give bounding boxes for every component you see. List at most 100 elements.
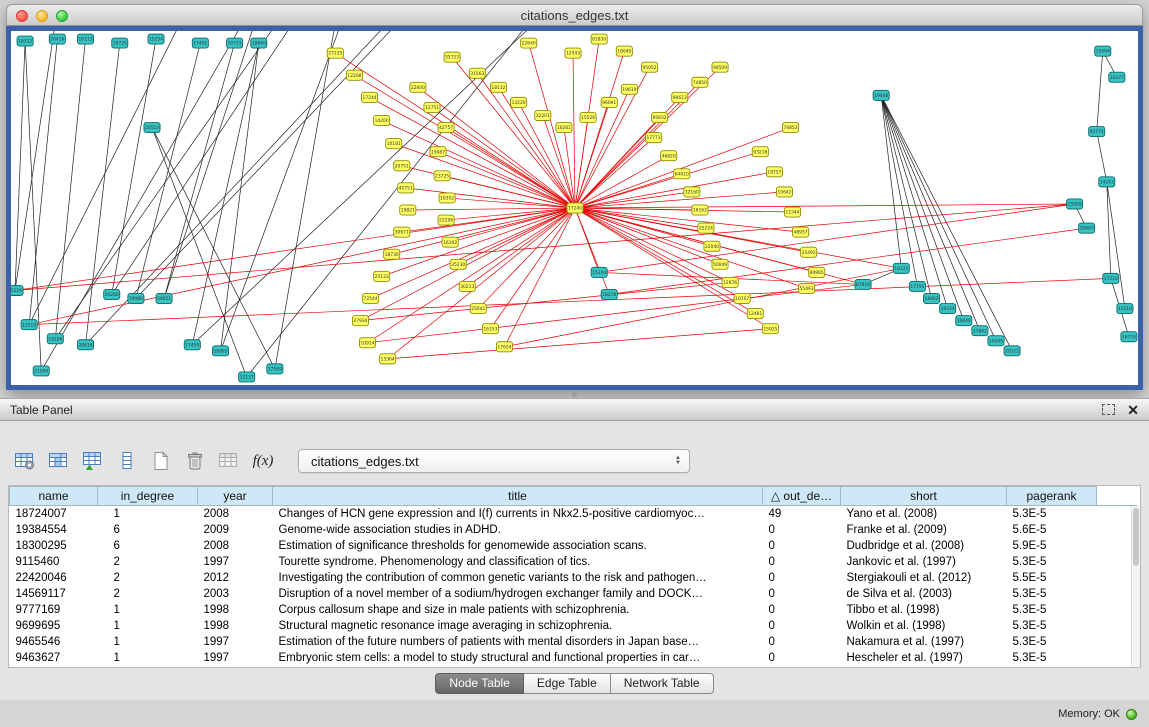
graph-node[interactable]: 72544 [362, 293, 378, 303]
graph-node[interactable]: 16640 [616, 46, 632, 56]
graph-node[interactable]: 48957 [793, 227, 809, 237]
graph-node[interactable]: 17244 [361, 92, 377, 102]
delete-icon[interactable] [182, 448, 208, 474]
table-row[interactable]: 977716911998Corpus callosum shape and si… [10, 602, 1137, 618]
graph-node[interactable]: 12481 [747, 309, 763, 319]
network-canvas[interactable]: 1831220416161131972515254174912073118840… [11, 31, 1138, 385]
graph-node[interactable]: 12543 [565, 48, 581, 58]
graph-node[interactable]: 13220 [511, 97, 527, 107]
graph-node[interactable]: 32201 [535, 110, 551, 120]
graph-node[interactable]: 20618 [77, 340, 93, 350]
graph-node[interactable]: 19821 [400, 205, 416, 215]
graph-node[interactable]: 16102 [442, 237, 458, 247]
graph-node[interactable]: 14200 [374, 115, 390, 125]
graph-node[interactable]: 20112 [1004, 346, 1020, 356]
scrollbar-thumb[interactable] [1133, 508, 1139, 566]
graph-node[interactable]: 22040 [704, 241, 720, 251]
graph-node[interactable]: 25224 [698, 223, 714, 233]
graph-node[interactable]: 25133 [374, 271, 390, 281]
graph-node[interactable]: 16377 [1109, 72, 1125, 82]
graph-node[interactable]: 95832 [652, 112, 668, 122]
graph-node[interactable]: 18757 [766, 167, 782, 177]
graph-node[interactable]: 10181 [386, 139, 402, 149]
graph-node[interactable]: 31563 [469, 68, 485, 78]
table-row[interactable]: 1938455462009Genome-wide association stu… [10, 522, 1137, 538]
import-table-icon[interactable] [80, 448, 106, 474]
graph-node[interactable]: 12137 [239, 372, 255, 382]
graph-node[interactable]: 20751 [394, 161, 410, 171]
graph-node[interactable]: 25641 [470, 304, 486, 314]
graph-node[interactable]: 64610 [674, 169, 690, 179]
graph-node[interactable]: 11519 [21, 320, 37, 330]
graph-node[interactable]: 12210 [1117, 304, 1133, 314]
table-row[interactable]: 2242004622012Investigating the contribut… [10, 570, 1137, 586]
table-row[interactable]: 1456911722003Disruption of a novel membe… [10, 586, 1137, 602]
graph-node[interactable]: 17771 [646, 133, 662, 143]
graph-node[interactable]: 90613 [672, 92, 688, 102]
graph-node[interactable]: 32160 [684, 187, 700, 197]
graph-node[interactable]: 18840 [251, 38, 267, 48]
tab-node-table[interactable]: Node Table [435, 673, 524, 694]
graph-node[interactable]: 35230 [450, 259, 466, 269]
column-header-0[interactable]: name [10, 487, 98, 506]
tab-network-table[interactable]: Network Table [611, 673, 714, 694]
graph-node[interactable]: 15504 [1095, 46, 1111, 56]
graph-node[interactable]: 15364 [380, 354, 396, 364]
graph-node[interactable]: 42757 [438, 123, 454, 133]
graph-node[interactable]: 19080 [128, 293, 144, 303]
graph-node[interactable]: 19245 [988, 336, 1004, 346]
graph-node[interactable]: 18278 [601, 289, 617, 299]
zoom-button[interactable] [56, 10, 68, 22]
column-icon[interactable] [114, 448, 140, 474]
graph-node[interactable]: 17491 [192, 38, 208, 48]
graph-node[interactable]: 18993 [212, 346, 228, 356]
minimize-button[interactable] [36, 10, 48, 22]
tab-edge-table[interactable]: Edge Table [524, 673, 611, 694]
graph-node[interactable]: 16162 [692, 205, 708, 215]
graph-node[interactable]: 35492 [801, 247, 817, 257]
graph-node[interactable]: 10642 [776, 187, 792, 197]
select-columns-icon[interactable] [46, 448, 72, 474]
graph-node[interactable]: 27225 [327, 48, 343, 58]
graph-node[interactable]: 12676 [722, 277, 738, 287]
graph-node[interactable]: 12751 [424, 102, 440, 112]
graph-node[interactable]: 55493 [799, 283, 815, 293]
graph-node[interactable]: 93218 [752, 147, 768, 157]
graph-node[interactable]: 22640 [521, 38, 537, 48]
column-header-6[interactable]: pagerank [1007, 487, 1097, 506]
table-row[interactable]: 946554611997Estimation of the future num… [10, 634, 1137, 650]
graph-node[interactable]: 18730 [384, 249, 400, 259]
graph-node[interactable]: 80965 [809, 267, 825, 277]
graph-node[interactable]: 55723 [444, 52, 460, 62]
graph-node[interactable]: 10914 [359, 338, 375, 348]
column-header-1[interactable]: in_degree [98, 487, 198, 506]
graph-node[interactable]: 18302 [439, 193, 455, 203]
graph-node[interactable]: 20416 [49, 34, 65, 44]
graph-node[interactable]: 18132 [490, 82, 506, 92]
graph-hub-node[interactable]: 17240 [567, 203, 583, 213]
table-selector-dropdown[interactable]: citations_edges.txt ▲▼ [298, 449, 690, 473]
graph-node[interactable]: 19619 [621, 84, 637, 94]
column-header-3[interactable]: title [273, 487, 763, 506]
close-panel-icon[interactable]: ✕ [1127, 404, 1139, 416]
graph-node[interactable]: 11544 [784, 207, 800, 217]
graph-node[interactable]: 25260 [104, 289, 120, 299]
graph-node[interactable]: 30213 [459, 281, 475, 291]
graph-node[interactable]: 92774 [1089, 127, 1105, 137]
graph-node[interactable]: 12208 [346, 70, 362, 80]
graph-node[interactable]: 59051 [156, 293, 172, 303]
column-header-4[interactable]: △ out_de… [763, 487, 841, 506]
graph-node[interactable]: 16113 [77, 34, 93, 44]
close-button[interactable] [16, 10, 28, 22]
graph-node[interactable]: 15958 [1066, 199, 1082, 209]
graph-node[interactable]: 18462 [923, 293, 939, 303]
graph-node[interactable]: 19334 [940, 304, 956, 314]
graph-node[interactable]: 16121 [893, 263, 909, 273]
table-row[interactable]: 1830029562008Estimation of significance … [10, 538, 1137, 554]
graph-node[interactable]: 46820 [661, 151, 677, 161]
graph-node[interactable]: 17791 [909, 281, 925, 291]
graph-node[interactable]: 23725 [434, 171, 450, 181]
graph-node[interactable]: 21094 [33, 366, 49, 376]
graph-node[interactable]: 19725 [112, 38, 128, 48]
graph-node[interactable]: 81830 [591, 34, 607, 44]
